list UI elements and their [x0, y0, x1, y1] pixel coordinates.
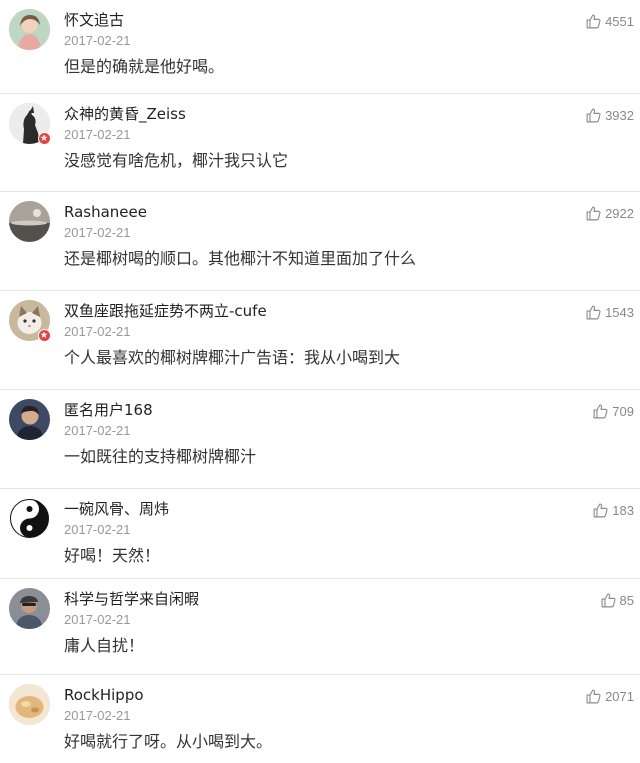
comment-text: 庸人自扰！ [64, 636, 145, 655]
comment-text: 好喝就行了呀。从小喝到大。 [64, 732, 273, 751]
like-button[interactable]: 2922 [585, 203, 634, 223]
comment-item: 怀文追古 2017-02-21 但是的确就是他好喝。 4551 [0, 0, 640, 94]
comment-item: 一碗风骨、周炜 2017-02-21 好喝！天然！ 183 [0, 489, 640, 579]
comment-date: 2017-02-21 [64, 423, 131, 438]
comment-date: 2017-02-21 [64, 127, 131, 142]
thumbs-up-icon [600, 592, 617, 609]
like-button[interactable]: 183 [592, 500, 634, 520]
comment-item: RockHippo 2017-02-21 好喝就行了呀。从小喝到大。 2071 [0, 675, 640, 763]
like-button[interactable]: 4551 [585, 11, 634, 31]
like-button[interactable]: 1543 [585, 302, 634, 322]
comment-date: 2017-02-21 [64, 33, 131, 48]
verified-badge-icon [38, 329, 51, 342]
username[interactable]: 双鱼座跟拖延症势不两立-cufe [64, 300, 267, 322]
like-button[interactable]: 709 [592, 401, 634, 421]
comment-text: 个人最喜欢的椰树牌椰汁广告语：我从小喝到大 [64, 348, 401, 367]
comment-date: 2017-02-21 [64, 225, 131, 240]
thumbs-up-icon [592, 502, 609, 519]
like-count: 709 [612, 403, 634, 419]
username[interactable]: 匿名用户168 [64, 399, 153, 421]
like-count: 2922 [605, 205, 634, 221]
like-count: 2071 [605, 688, 634, 704]
avatar[interactable] [9, 399, 50, 440]
thumbs-up-icon [585, 107, 602, 124]
verified-badge-icon [38, 132, 51, 145]
comment-text: 没感觉有啥危机，椰汁我只认它 [64, 151, 289, 170]
comment-date: 2017-02-21 [64, 522, 131, 537]
avatar[interactable] [9, 498, 50, 539]
comment-item: Rashaneee 2017-02-21 还是椰树喝的顺口。其他椰汁不知道里面加… [0, 192, 640, 291]
username[interactable]: 众神的黄昏_Zeiss [64, 103, 186, 125]
thumbs-up-icon [585, 13, 602, 30]
like-count: 3932 [605, 107, 634, 123]
comment-date: 2017-02-21 [64, 612, 131, 627]
username[interactable]: 一碗风骨、周炜 [64, 498, 169, 520]
avatar[interactable] [9, 684, 50, 725]
comment-text: 好喝！天然！ [64, 546, 161, 565]
username[interactable]: 怀文追古 [64, 9, 124, 31]
like-count: 1543 [605, 304, 634, 320]
avatar[interactable] [9, 201, 50, 242]
comment-item: 匿名用户168 2017-02-21 一如既往的支持椰树牌椰汁 709 [0, 390, 640, 489]
comment-item: 众神的黄昏_Zeiss 2017-02-21 没感觉有啥危机，椰汁我只认它 39… [0, 94, 640, 192]
avatar[interactable] [9, 9, 50, 50]
comment-date: 2017-02-21 [64, 324, 131, 339]
like-count: 4551 [605, 13, 634, 29]
username[interactable]: Rashaneee [64, 201, 147, 223]
thumbs-up-icon [592, 403, 609, 420]
thumbs-up-icon [585, 688, 602, 705]
comment-date: 2017-02-21 [64, 708, 131, 723]
like-count: 183 [612, 502, 634, 518]
username[interactable]: 科学与哲学来自闲暇 [64, 588, 199, 610]
comment-list: 怀文追古 2017-02-21 但是的确就是他好喝。 4551 众神的黄昏_Ze… [0, 0, 640, 763]
like-button[interactable]: 2071 [585, 686, 634, 706]
comment-text: 一如既往的支持椰树牌椰汁 [64, 447, 257, 466]
like-count: 85 [619, 592, 634, 608]
like-button[interactable]: 3932 [585, 105, 634, 125]
like-button[interactable]: 85 [600, 590, 634, 610]
comment-item: 双鱼座跟拖延症势不两立-cufe 2017-02-21 个人最喜欢的椰树牌椰汁广… [0, 291, 640, 390]
username[interactable]: RockHippo [64, 684, 144, 706]
comment-text: 还是椰树喝的顺口。其他椰汁不知道里面加了什么 [64, 249, 417, 268]
thumbs-up-icon [585, 304, 602, 321]
comment-text: 但是的确就是他好喝。 [64, 57, 225, 76]
thumbs-up-icon [585, 205, 602, 222]
comment-item: 科学与哲学来自闲暇 2017-02-21 庸人自扰！ 85 [0, 579, 640, 675]
avatar[interactable] [9, 588, 50, 629]
